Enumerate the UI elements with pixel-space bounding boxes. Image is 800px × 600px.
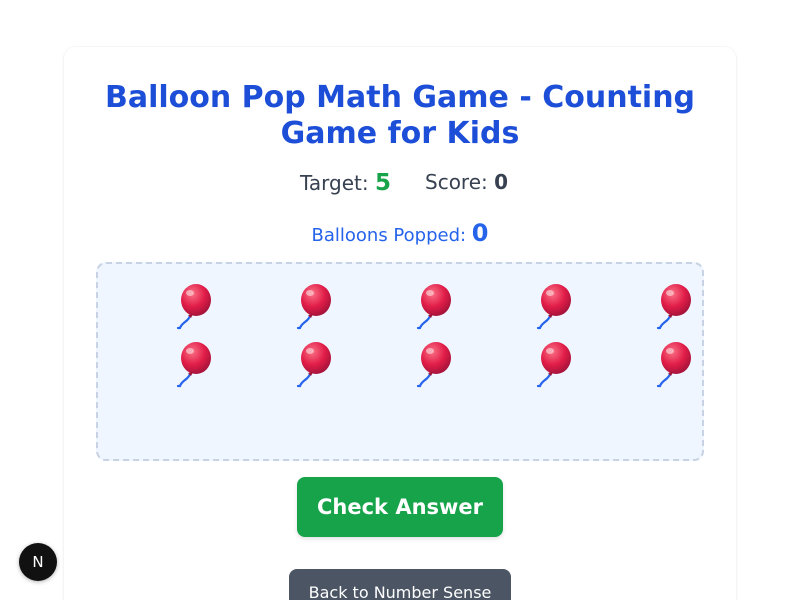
score-stat: Score: 0 (425, 170, 508, 194)
balloon-9[interactable] (532, 340, 578, 392)
target-stat: Target: 5 (300, 170, 391, 196)
balloon-7[interactable] (292, 340, 338, 392)
stats-row: Target: 5 Score: 0 (0, 170, 800, 200)
balloon-10[interactable] (652, 340, 698, 392)
balloon-icon (416, 342, 451, 388)
balloons-popped-value: 0 (471, 219, 489, 247)
back-to-number-sense-button[interactable]: Back to Number Sense (289, 569, 511, 600)
balloons-popped-stat: Balloons Popped: 0 (0, 219, 800, 247)
balloons-popped-label: Balloons Popped: (311, 225, 467, 246)
balloon-icon (536, 284, 571, 330)
balloon-3[interactable] (412, 282, 458, 334)
check-answer-button[interactable]: Check Answer (297, 477, 503, 537)
balloon-icon (656, 342, 691, 388)
score-label: Score: (425, 170, 488, 194)
balloon-icon (416, 284, 451, 330)
balloon-icon (176, 342, 211, 388)
page-title-line-1: Balloon Pop Math Game - Counting (104, 80, 696, 115)
target-label: Target: (300, 171, 369, 195)
balloon-icon (176, 284, 211, 330)
page-title-line-2: Game for Kids (280, 116, 520, 151)
balloon-4[interactable] (532, 282, 578, 334)
balloon-icon (656, 284, 691, 330)
balloon-icon (536, 342, 571, 388)
balloon-1[interactable] (172, 282, 218, 334)
balloon-play-area (96, 262, 704, 461)
balloon-6[interactable] (172, 340, 218, 392)
next-logo-badge[interactable]: N (19, 543, 57, 581)
balloon-icon (296, 284, 331, 330)
page-title: Balloon Pop Math Game - Counting Game fo… (0, 80, 800, 152)
score-value: 0 (494, 170, 509, 194)
balloon-icon (296, 342, 331, 388)
page: Balloon Pop Math Game - Counting Game fo… (0, 0, 800, 600)
balloon-5[interactable] (652, 282, 698, 334)
balloon-8[interactable] (412, 340, 458, 392)
balloon-2[interactable] (292, 282, 338, 334)
target-value: 5 (374, 170, 391, 196)
